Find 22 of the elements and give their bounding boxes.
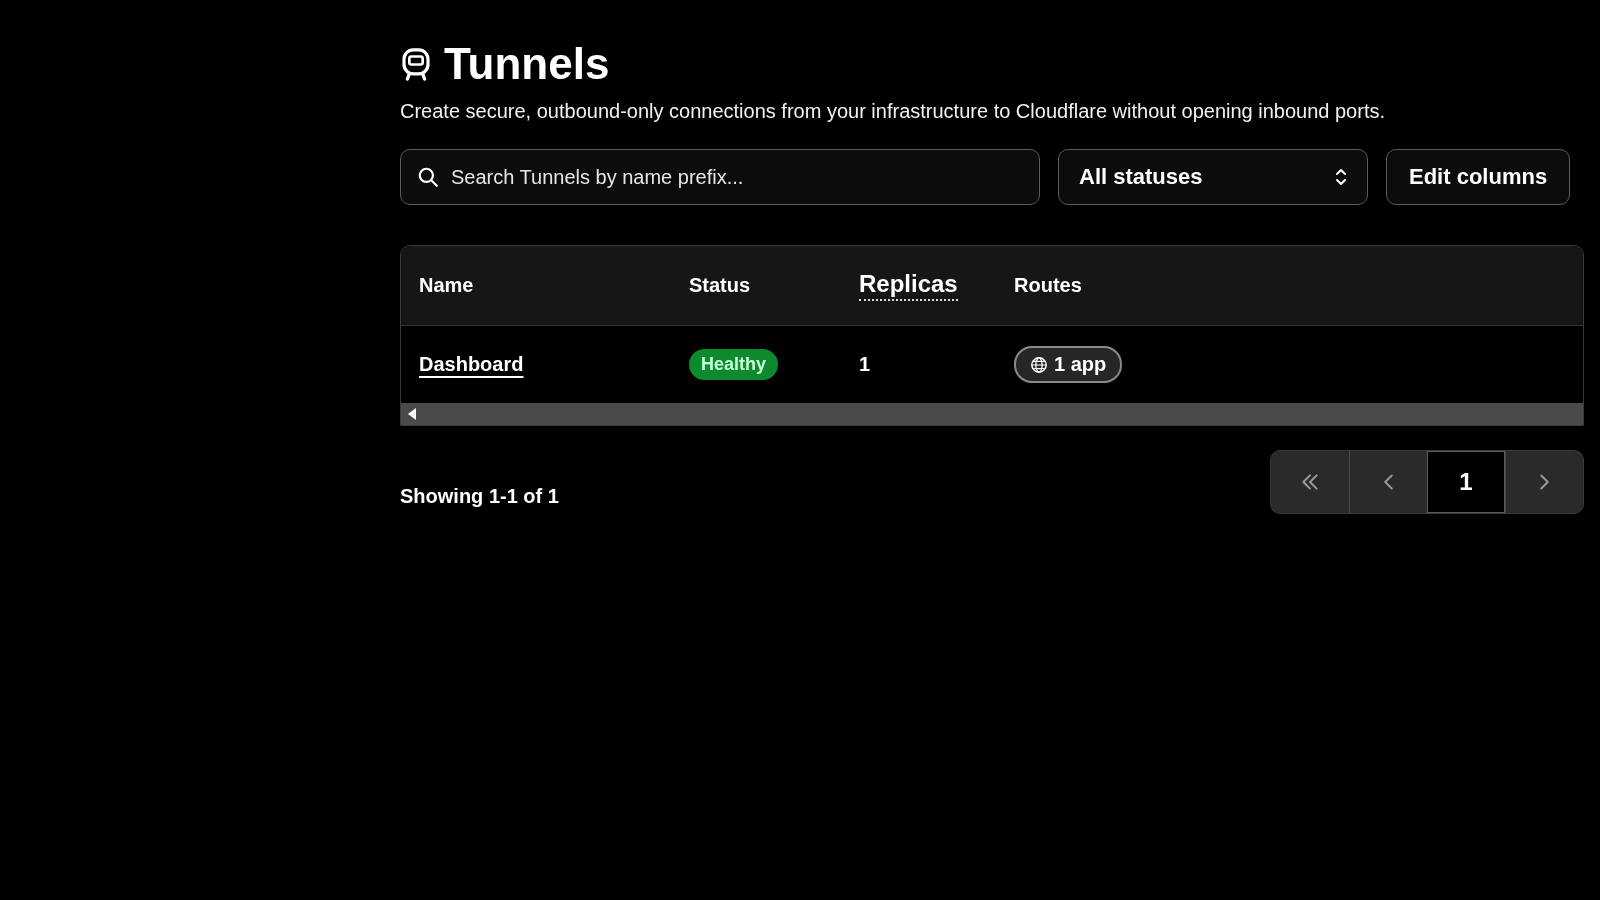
search-icon — [417, 166, 439, 189]
page-title: Tunnels — [444, 40, 610, 89]
globe-icon — [1030, 355, 1048, 374]
scroll-left-icon[interactable] — [407, 408, 417, 421]
page-button[interactable]: 1 — [1427, 451, 1505, 514]
column-header: Name — [419, 274, 474, 298]
column-header[interactable]: Replicas — [859, 270, 958, 302]
horizontal-scrollbar[interactable] — [401, 403, 1583, 426]
replicas-cell: 1 — [859, 353, 871, 377]
tunnel-icon — [400, 46, 432, 82]
search-field[interactable]: Search Tunnels by name prefix... — [400, 149, 1040, 206]
column-header: Routes — [1014, 274, 1082, 298]
column-header: Status — [689, 274, 751, 298]
chevron-up-down-icon — [1335, 167, 1347, 188]
routes-badge[interactable]: 1 app — [1014, 346, 1123, 384]
results-summary: Showing 1-1 of 1 — [400, 484, 559, 508]
status-dropdown[interactable]: All statuses — [1058, 149, 1368, 206]
next-page-button[interactable] — [1505, 451, 1583, 514]
status-badge: Healthy — [689, 349, 779, 381]
edit-columns-button[interactable]: Edit columns — [1386, 149, 1571, 206]
tunnel-name-link[interactable]: Dashboard — [419, 353, 524, 377]
page-description: Create secure, outbound-only connections from your infrastructure to Cloudflare without opening inbound ports. — [400, 100, 1386, 124]
